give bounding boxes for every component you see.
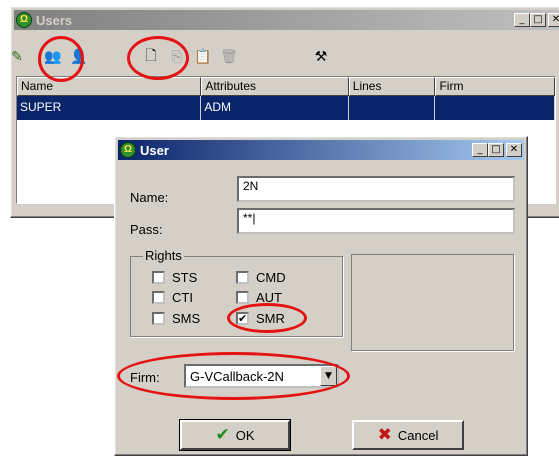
cell-firm — [435, 96, 556, 120]
checkbox-box[interactable] — [152, 312, 165, 325]
checkbox-box[interactable] — [236, 271, 249, 284]
user-dialog-title-bar[interactable]: Ω User _ □ ✕ — [118, 140, 524, 160]
pencil-icon[interactable]: ✎ — [5, 45, 29, 69]
list-header: Name Attributes Lines Firm — [17, 77, 556, 96]
checkbox-cmd[interactable]: CMD — [236, 270, 286, 285]
minimize-button[interactable]: _ — [472, 143, 488, 157]
checkbox-label: SMS — [172, 311, 201, 326]
annotation-circle-smr — [227, 303, 307, 333]
annotation-circle-firm — [117, 352, 350, 400]
checkbox-label: CMD — [256, 270, 286, 285]
trash-icon[interactable]: 🗑 — [217, 45, 241, 69]
column-header-lines[interactable]: Lines — [348, 77, 436, 96]
maximize-button[interactable]: □ — [530, 13, 546, 27]
checkbox-box[interactable] — [152, 271, 165, 284]
ok-button[interactable]: ✔ OK — [179, 419, 291, 451]
checkbox-label: STS — [172, 270, 198, 285]
cancel-button[interactable]: ✖ Cancel — [352, 420, 464, 450]
checkmark-icon: ✔ — [215, 425, 230, 445]
pass-input[interactable]: **| — [237, 208, 515, 234]
cross-icon: ✖ — [377, 425, 392, 445]
tools-icon[interactable]: ⚒ — [309, 45, 333, 69]
maximize-button[interactable]: □ — [488, 143, 504, 157]
paste-icon[interactable]: 📋 — [191, 45, 215, 69]
cancel-button-label: Cancel — [397, 427, 439, 443]
annotation-circle-new-icon — [127, 36, 189, 80]
users-title-bar[interactable]: Ω Users _ □ ✕ — [14, 10, 559, 30]
checkbox-sms[interactable]: SMS — [152, 311, 200, 326]
checkbox-sts[interactable]: STS — [152, 270, 197, 285]
checkbox-box[interactable] — [152, 291, 165, 304]
cell-attributes: ADM — [201, 96, 349, 120]
close-button[interactable]: ✕ — [506, 143, 522, 157]
app-logo-icon: Ω — [16, 12, 32, 28]
name-input[interactable]: 2N — [237, 176, 515, 202]
annotation-circle-users-icon — [38, 36, 84, 82]
checkbox-cti[interactable]: CTI — [152, 290, 193, 305]
column-header-attributes[interactable]: Attributes — [201, 77, 349, 96]
pass-label: Pass: — [130, 222, 163, 237]
users-window-title: Users — [36, 12, 73, 28]
cell-name: SUPER — [17, 96, 202, 120]
rights-group-title: Rights — [143, 248, 184, 263]
info-panel — [351, 254, 514, 351]
minimize-button[interactable]: _ — [514, 13, 530, 27]
close-button[interactable]: ✕ — [548, 13, 559, 27]
checkbox-label: CTI — [172, 290, 193, 305]
table-row[interactable]: SUPER ADM — [17, 96, 556, 120]
name-label: Name: — [130, 190, 169, 205]
column-header-name[interactable]: Name — [17, 77, 202, 96]
checkbox-box[interactable] — [236, 291, 249, 304]
user-dialog-title: User — [140, 142, 169, 158]
ok-button-label: OK — [235, 427, 255, 443]
column-header-firm[interactable]: Firm — [435, 77, 556, 96]
app-logo-icon: Ω — [120, 142, 136, 158]
cell-lines — [349, 96, 436, 120]
